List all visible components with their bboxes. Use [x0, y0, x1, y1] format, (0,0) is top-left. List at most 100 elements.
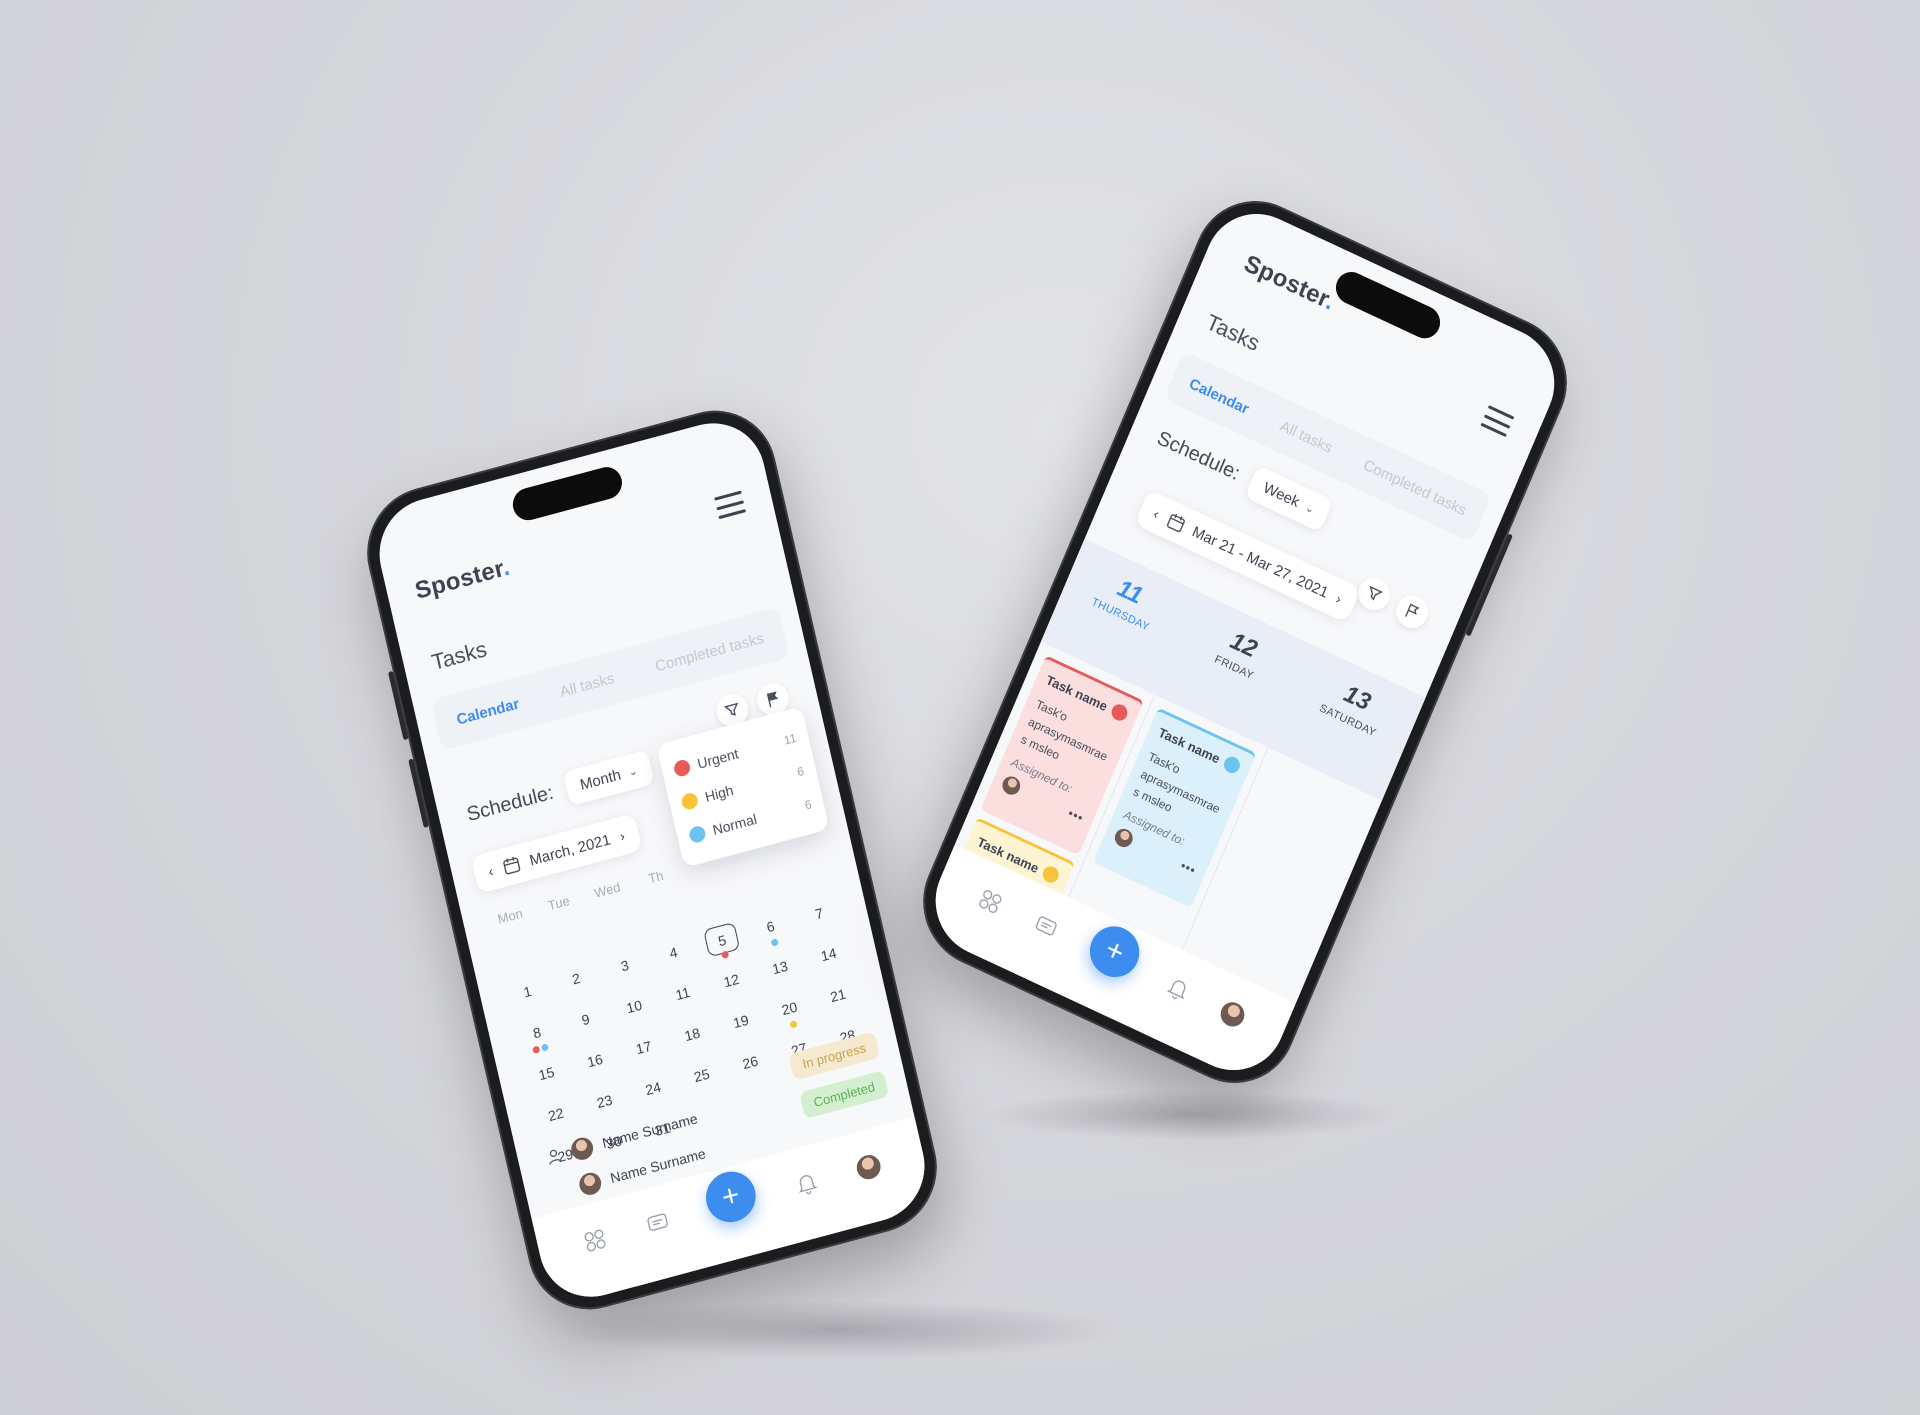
priority-count: 6 — [803, 797, 814, 813]
dynamic-island — [509, 463, 626, 524]
tab-all-tasks[interactable]: All tasks — [558, 669, 616, 700]
calendar-day[interactable]: 5 — [703, 921, 741, 959]
calendar-day[interactable]: 9 — [558, 999, 613, 1039]
tab-completed-tasks[interactable]: Completed tasks — [1361, 456, 1469, 519]
high-flag-icon — [680, 791, 700, 812]
tab-calendar[interactable]: Calendar — [1187, 375, 1252, 418]
urgent-flag-icon — [1109, 701, 1130, 724]
calendar-day[interactable]: 7 — [792, 893, 847, 933]
chevron-down-icon: ⌄ — [627, 764, 639, 780]
calendar-day[interactable]: 11 — [655, 973, 710, 1013]
high-flag-icon — [1040, 863, 1062, 886]
chat-icon[interactable] — [1029, 910, 1063, 945]
next-month-button[interactable]: › — [618, 828, 626, 845]
weekday-label: Tue — [546, 892, 571, 914]
calendar-day[interactable]: 25 — [674, 1055, 729, 1095]
phone-shadow-left — [560, 1300, 1120, 1360]
bell-icon[interactable] — [791, 1168, 822, 1200]
calendar-empty-cell — [734, 865, 789, 905]
user-icon — [549, 1149, 563, 1165]
calendar-empty-cell — [491, 931, 546, 971]
priority-count: 11 — [782, 730, 798, 748]
flag-icon[interactable] — [1391, 590, 1433, 634]
schedule-label: Schedule: — [1153, 427, 1244, 485]
tab-all-tasks[interactable]: All tasks — [1278, 417, 1335, 456]
avatar — [577, 1170, 604, 1198]
tab-completed-tasks[interactable]: Completed tasks — [654, 629, 766, 674]
calendar-day[interactable]: 12 — [704, 960, 759, 1000]
screen: Sposter. Tasks Calendar All tasks Comple… — [368, 411, 936, 1309]
phone-week-view: Sposter. Tasks Calendar All tasks Comple… — [903, 180, 1587, 1104]
profile-avatar[interactable] — [854, 1152, 884, 1182]
filter-icon[interactable] — [1353, 572, 1395, 616]
brand-logo: Sposter. — [412, 553, 513, 605]
hamburger-menu-icon[interactable] — [1480, 405, 1515, 438]
dashboard-icon[interactable] — [579, 1225, 610, 1257]
calendar-day[interactable]: 24 — [626, 1068, 681, 1108]
weekday-label: Wed — [592, 879, 622, 901]
side-button — [408, 758, 429, 828]
screen: Sposter. Tasks Calendar All tasks Comple… — [918, 196, 1572, 1088]
weekday-label: Th — [646, 867, 665, 887]
calendar-icon — [502, 856, 520, 875]
calendar-day[interactable]: 15 — [519, 1053, 574, 1093]
next-week-button[interactable]: › — [1334, 590, 1344, 607]
urgent-flag-icon — [672, 758, 692, 778]
calendar-day[interactable]: 22 — [528, 1094, 583, 1134]
tab-calendar[interactable]: Calendar — [455, 695, 521, 728]
schedule-select[interactable]: Month ⌄ — [562, 749, 655, 807]
month-label: March, 2021 — [527, 830, 613, 869]
more-options-button[interactable]: ••• — [1179, 858, 1199, 877]
dashboard-icon[interactable] — [973, 884, 1007, 919]
add-task-button[interactable]: + — [700, 1166, 761, 1228]
profile-avatar[interactable] — [1217, 998, 1249, 1031]
weekday-label: Mon — [496, 905, 525, 927]
calendar-day[interactable]: 14 — [801, 934, 856, 974]
more-options-button[interactable]: ••• — [1066, 806, 1086, 825]
brand-logo: Sposter. — [1240, 249, 1339, 316]
phone-shadow-right — [980, 1090, 1400, 1140]
priority-count: 6 — [795, 763, 806, 780]
calendar-empty-cell — [636, 891, 691, 931]
phone-month-view: Sposter. Tasks Calendar All tasks Comple… — [354, 396, 950, 1324]
calendar-day[interactable]: 8 — [510, 1012, 565, 1055]
calendar-icon — [1166, 513, 1185, 533]
calendar-day[interactable]: 21 — [811, 975, 866, 1015]
calendar-day[interactable]: 3 — [597, 945, 652, 985]
calendar-day[interactable]: 6 — [743, 906, 798, 947]
hamburger-menu-icon[interactable] — [714, 490, 747, 520]
calendar-day[interactable]: 16 — [568, 1040, 623, 1080]
chevron-down-icon: ⌄ — [1303, 501, 1317, 517]
calendar-day[interactable]: 17 — [616, 1027, 671, 1067]
schedule-label: Schedule: — [464, 781, 556, 827]
bottom-navigation: + — [918, 844, 1296, 1088]
calendar-day[interactable]: 19 — [713, 1001, 768, 1041]
calendar-empty-cell — [732, 1083, 787, 1123]
chat-icon[interactable] — [642, 1208, 673, 1240]
page-title: Tasks — [429, 636, 490, 676]
calendar-day[interactable]: 2 — [549, 958, 604, 998]
calendar-day[interactable]: 20 — [762, 988, 817, 1029]
normal-flag-icon — [687, 824, 707, 845]
avatar — [1112, 825, 1136, 851]
schedule-select[interactable]: Week ⌄ — [1244, 465, 1334, 533]
normal-flag-icon — [1221, 754, 1243, 776]
week-range-label: Mar 21 - Mar 27, 2021 — [1189, 522, 1331, 602]
calendar-day[interactable]: 4 — [646, 932, 701, 972]
dynamic-island — [1330, 266, 1446, 344]
prev-month-button[interactable]: ‹ — [487, 863, 495, 880]
bell-icon[interactable] — [1161, 972, 1195, 1007]
calendar-day[interactable]: 13 — [753, 947, 808, 987]
add-task-button[interactable]: + — [1082, 918, 1148, 986]
side-button — [387, 670, 409, 741]
calendar-day[interactable]: 10 — [607, 986, 662, 1026]
calendar-day[interactable]: 18 — [665, 1014, 720, 1054]
calendar-day[interactable]: 23 — [577, 1081, 632, 1121]
calendar-day[interactable]: 26 — [723, 1042, 778, 1082]
page-title: Tasks — [1202, 309, 1264, 357]
calendar-empty-cell — [588, 905, 643, 945]
prev-week-button[interactable]: ‹ — [1151, 505, 1161, 522]
calendar-day[interactable]: 1 — [500, 971, 555, 1011]
calendar-empty-cell — [685, 878, 740, 918]
avatar — [999, 773, 1024, 798]
